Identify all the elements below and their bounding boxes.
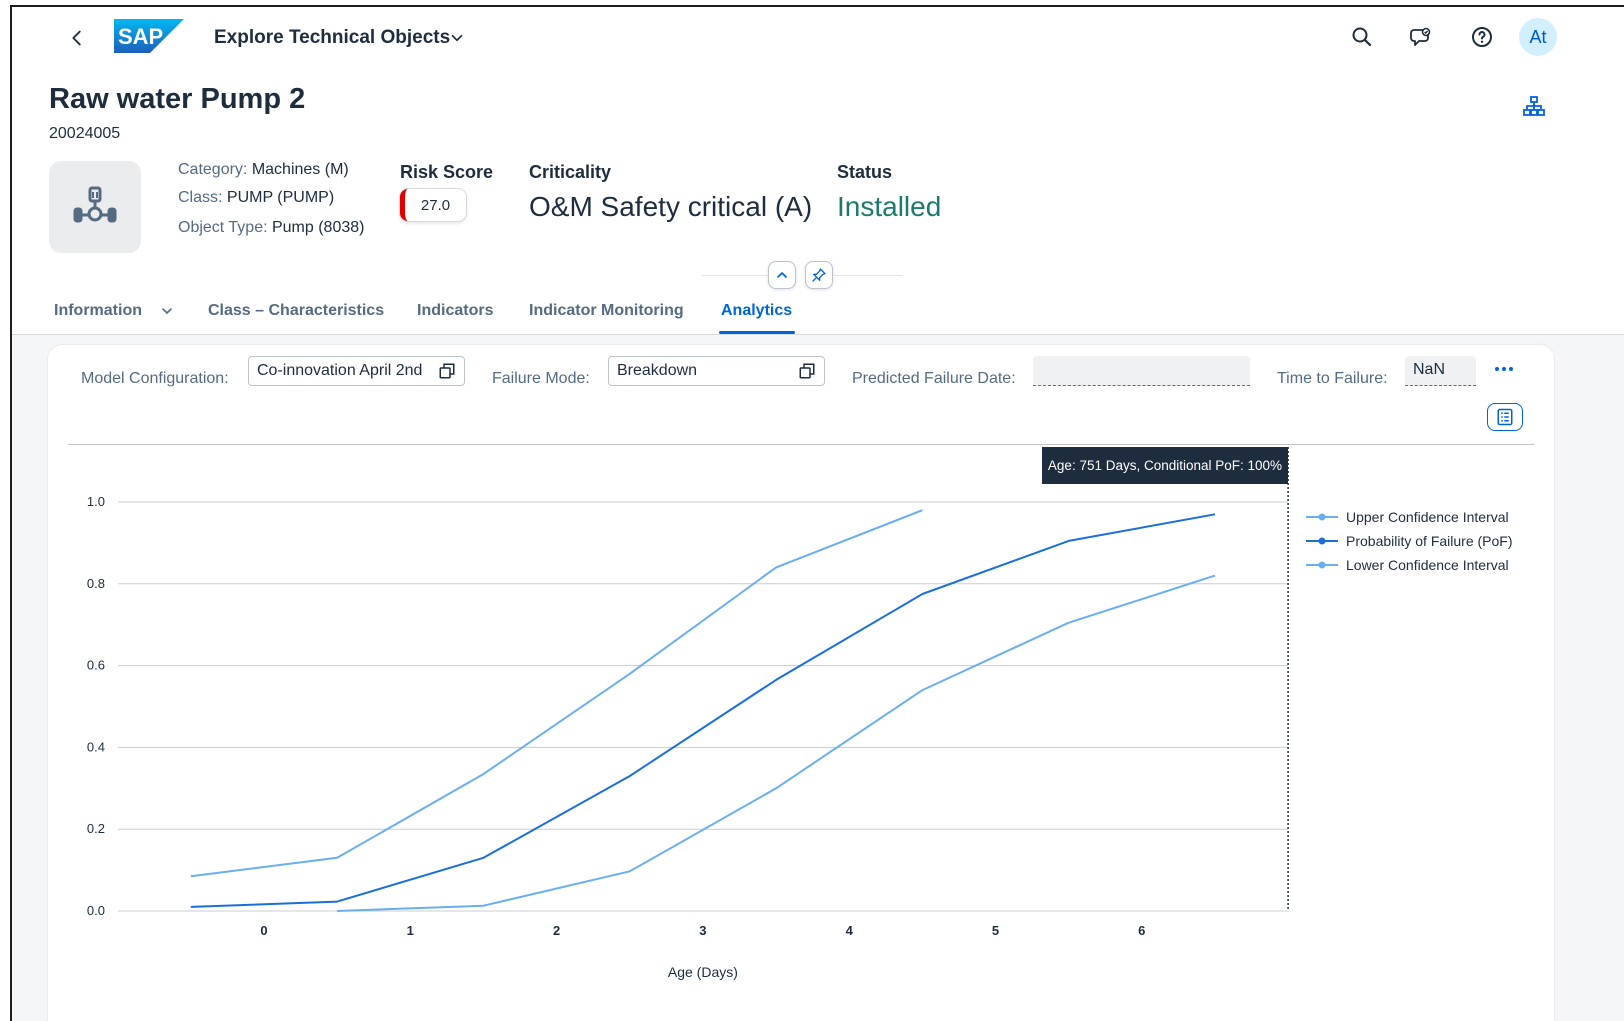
legend-marker-upper-ci: [1306, 513, 1338, 521]
series-line-1: [190, 513, 1216, 908]
x-tick-label: 5: [992, 923, 999, 938]
x-tick-label: 4: [846, 923, 854, 938]
legend-marker-lower-ci: [1306, 561, 1338, 569]
y-tick-label: 1.0: [87, 494, 105, 509]
x-tick-label: 1: [407, 923, 414, 938]
legend-item-lower-ci[interactable]: Lower Confidence Interval: [1306, 553, 1513, 577]
y-tick-label: 0.8: [87, 576, 105, 591]
series-line-0: [190, 509, 923, 878]
y-tick-label: 0.6: [87, 658, 105, 673]
chart-tooltip: Age: 751 Days, Conditional PoF: 100%: [1042, 447, 1288, 484]
legend-item-pof[interactable]: Probability of Failure (PoF): [1306, 529, 1513, 553]
x-tick-label: 3: [699, 923, 706, 938]
x-tick-label: 2: [553, 923, 560, 938]
legend-label-pof: Probability of Failure (PoF): [1346, 533, 1513, 549]
legend-item-upper-ci[interactable]: Upper Confidence Interval: [1306, 505, 1513, 529]
series-line-2: [337, 574, 1216, 912]
x-tick-label: 6: [1138, 923, 1145, 938]
y-tick-label: 0.2: [87, 821, 105, 836]
app-frame: SAP Explore Technical Objects At Raw wat…: [10, 5, 1624, 1021]
y-tick-label: 0.0: [87, 903, 105, 918]
chart-legend: Upper Confidence Interval Probability of…: [1306, 505, 1513, 577]
legend-label-lower-ci: Lower Confidence Interval: [1346, 557, 1509, 573]
x-axis-title: Age (Days): [668, 964, 738, 980]
x-tick-label: 0: [260, 923, 267, 938]
y-tick-label: 0.4: [87, 739, 105, 754]
legend-marker-pof: [1306, 537, 1338, 545]
legend-label-upper-ci: Upper Confidence Interval: [1346, 509, 1509, 525]
